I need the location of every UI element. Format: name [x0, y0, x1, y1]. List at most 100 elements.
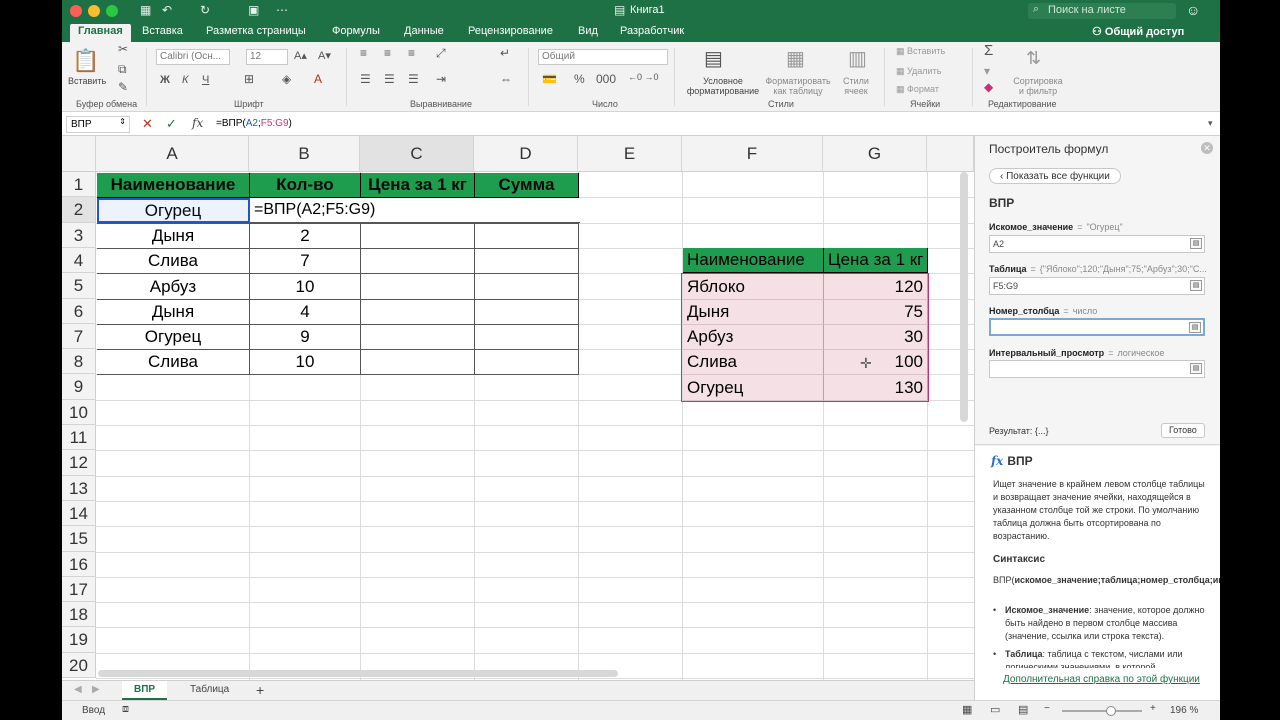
fill-icon[interactable]: ▾: [984, 64, 990, 78]
table-cell-name[interactable]: Дыня: [97, 300, 250, 325]
arg-table-input[interactable]: F5:G9 ▤: [989, 277, 1205, 295]
table-cell-empty[interactable]: [475, 300, 579, 325]
range-picker-icon[interactable]: ▤: [1190, 363, 1202, 374]
zoom-level[interactable]: 196 %: [1170, 705, 1198, 716]
more-help-link[interactable]: Дополнительная справка по этой функции: [1003, 674, 1200, 685]
minimize-window-button[interactable]: [88, 5, 100, 17]
number-format-select[interactable]: Общий: [538, 49, 668, 65]
table-cell-qty[interactable]: 2: [250, 224, 361, 249]
row-header[interactable]: 1: [62, 172, 96, 197]
column-header-e[interactable]: E: [578, 136, 682, 172]
bold-icon[interactable]: Ж: [160, 74, 170, 86]
price-header-price[interactable]: Цена за 1 кг: [824, 248, 928, 273]
table-cell-empty[interactable]: [475, 274, 579, 300]
macro-record-icon[interactable]: ⧈: [122, 703, 129, 716]
align-center-icon[interactable]: ☰: [384, 72, 395, 86]
table-cell-name[interactable]: Слива: [97, 350, 250, 375]
format-painter-icon[interactable]: ✎: [118, 80, 128, 94]
row-header[interactable]: 6: [62, 299, 96, 324]
tab-view[interactable]: Вид: [570, 24, 606, 42]
column-header-b[interactable]: B: [249, 136, 360, 172]
row-header[interactable]: 5: [62, 273, 96, 299]
format-as-table-label[interactable]: Форматировать как таблицу: [762, 76, 834, 96]
formula-input[interactable]: =ВПР(A2;F5:G9): [216, 118, 292, 129]
table-cell-empty[interactable]: [475, 249, 579, 274]
save-icon[interactable]: ▣: [248, 3, 259, 17]
table-cell-qty[interactable]: 9: [250, 325, 361, 350]
insert-function-icon[interactable]: fx: [192, 116, 203, 130]
cancel-formula-icon[interactable]: ✕: [142, 116, 153, 132]
redo-icon[interactable]: ↻: [200, 3, 210, 17]
prev-sheet-icon[interactable]: ◀: [74, 684, 82, 695]
sort-filter-label[interactable]: Сортировка и фильтр: [1010, 76, 1066, 96]
vertical-scrollbar[interactable]: [960, 172, 968, 422]
undo-icon[interactable]: ↶: [162, 3, 172, 17]
sheet-search-input[interactable]: ⌕ Поиск на листе: [1028, 3, 1176, 19]
merge-cells-icon[interactable]: ⇔: [500, 72, 512, 86]
share-button[interactable]: ⚇ Общий доступ: [1092, 25, 1184, 38]
cell-b2-editing[interactable]: =ВПР(A2;F5:G9): [250, 198, 580, 223]
row-header[interactable]: 9: [62, 374, 96, 400]
align-right-icon[interactable]: ☰: [408, 72, 419, 86]
tab-home[interactable]: Главная: [70, 24, 131, 42]
align-bottom-icon[interactable]: ≡: [408, 46, 415, 60]
row-header[interactable]: 3: [62, 223, 96, 248]
next-sheet-icon[interactable]: ▶: [92, 684, 100, 695]
arg-range-lookup-input[interactable]: ▤: [989, 360, 1205, 378]
paste-label[interactable]: Вставить: [68, 76, 106, 86]
table-header-name[interactable]: Наименование: [97, 173, 250, 198]
table-cell-qty[interactable]: 7: [250, 249, 361, 274]
paste-icon[interactable]: 📋: [72, 48, 99, 74]
indent-icon[interactable]: ⇥: [436, 72, 446, 86]
range-picker-icon[interactable]: ▤: [1189, 322, 1201, 333]
table-cell-qty[interactable]: 10: [250, 274, 361, 300]
orientation-icon[interactable]: ⤢: [436, 46, 446, 61]
cell-styles-icon[interactable]: ▥: [848, 46, 867, 71]
row-header[interactable]: 13: [62, 476, 96, 501]
tab-data[interactable]: Данные: [396, 24, 452, 42]
comma-style-icon[interactable]: 000: [596, 72, 616, 86]
account-icon[interactable]: ☺: [1186, 2, 1200, 18]
format-as-table-icon[interactable]: ▦: [786, 46, 805, 71]
underline-icon[interactable]: Ч: [202, 74, 209, 86]
table-cell-empty[interactable]: [475, 350, 579, 375]
increase-font-icon[interactable]: A▴: [294, 49, 307, 62]
cell-styles-label[interactable]: Стили ячеек: [838, 76, 874, 96]
sheet-tab-vpr[interactable]: ВПР: [122, 681, 168, 700]
zoom-window-button[interactable]: [106, 5, 118, 17]
conditional-formatting-label[interactable]: Условное форматирование: [682, 76, 764, 96]
range-picker-icon[interactable]: ▤: [1190, 238, 1202, 249]
table-cell-empty[interactable]: [475, 325, 579, 350]
horizontal-scrollbar[interactable]: [98, 670, 618, 677]
table-cell-empty[interactable]: [361, 350, 475, 375]
table-cell-empty[interactable]: [361, 300, 475, 325]
borders-icon[interactable]: ⊞: [244, 72, 254, 86]
row-header[interactable]: 15: [62, 526, 96, 552]
column-header-a[interactable]: A: [96, 136, 249, 172]
table-header-qty[interactable]: Кол-во: [250, 173, 361, 198]
align-middle-icon[interactable]: ≡: [384, 46, 391, 60]
currency-icon[interactable]: 💳: [542, 72, 557, 86]
table-cell-qty[interactable]: 4: [250, 300, 361, 325]
italic-icon[interactable]: К: [182, 74, 188, 86]
align-top-icon[interactable]: ≡: [360, 46, 367, 60]
insert-cells-button[interactable]: ▦ Вставить: [896, 46, 945, 56]
sort-filter-icon[interactable]: ⇅: [1026, 48, 1041, 69]
tab-review[interactable]: Рецензирование: [460, 24, 561, 42]
table-cell-name[interactable]: Арбуз: [97, 274, 250, 300]
done-button[interactable]: Готово: [1161, 423, 1205, 438]
font-name-select[interactable]: Calibri (Осн...: [156, 49, 230, 65]
column-header-c[interactable]: C: [360, 136, 474, 172]
decimal-icon[interactable]: ←0 →0: [628, 72, 659, 82]
font-color-icon[interactable]: A: [314, 72, 322, 86]
row-header[interactable]: 10: [62, 400, 96, 425]
name-box-stepper-icon[interactable]: ⇕: [119, 117, 126, 126]
name-box[interactable]: ВПР ⇕: [66, 116, 130, 133]
table-cell-name[interactable]: Дыня: [97, 224, 250, 249]
row-header[interactable]: 16: [62, 552, 96, 577]
row-header[interactable]: 7: [62, 324, 96, 349]
quick-access-more-icon[interactable]: ⋯: [276, 3, 288, 17]
page-break-view-icon[interactable]: ▤: [1018, 703, 1028, 716]
row-header[interactable]: 17: [62, 577, 96, 602]
confirm-formula-icon[interactable]: ✓: [166, 116, 177, 132]
